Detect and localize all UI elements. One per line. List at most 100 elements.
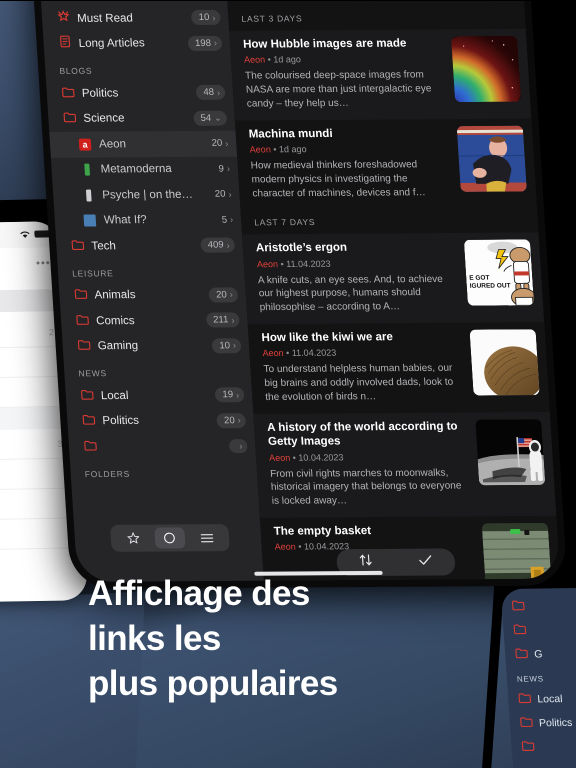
sidebar-item-science[interactable]: Science 54 ⌄: [48, 105, 236, 132]
folder-icon: [70, 237, 84, 255]
sidebar-item-metamoderna[interactable]: Metamoderna 9 ›: [51, 156, 239, 183]
sidebar-item-icon: [81, 189, 96, 202]
sidebar-item-count: 48 ›: [195, 85, 226, 101]
right-phone-item[interactable]: [511, 734, 576, 760]
sidebar-item-label: Psyche | on the…: [101, 188, 194, 202]
sort-arrows-icon[interactable]: [359, 553, 374, 572]
folder-icon: [80, 387, 94, 405]
white-phone-search-field[interactable]: [0, 289, 58, 314]
chevron-icon: ›: [231, 315, 235, 326]
article-list[interactable]: Animal, vegetable, mineralAeon • 5h agoC…: [222, 0, 561, 581]
article-list-item[interactable]: How Hubble images are made Aeon • 1d ago T…: [229, 28, 532, 121]
app-screen: SMART VIEWSAll Articles995›Hot Links23›M…: [35, 0, 561, 583]
sidebar-item-psyche-on-the[interactable]: Psyche | on the… 20 ›: [52, 182, 240, 209]
folder-icon: [81, 412, 95, 430]
article-text: Machina mundi Aeon • 1d ago How medieval t…: [248, 126, 452, 201]
white-phone-more-icon[interactable]: •••: [36, 257, 52, 269]
white-phone-row-count: 2: [48, 326, 55, 337]
sidebar-item-icon: [83, 438, 98, 456]
caption-line-3: plus populaires: [88, 663, 338, 703]
sidebar-item-icon: [57, 35, 72, 53]
circle-icon[interactable]: [154, 527, 186, 549]
right-phone-item[interactable]: Politics: [509, 710, 576, 736]
sidebar-item-icon: [75, 312, 90, 330]
chevron-icon: ›: [229, 289, 234, 300]
sidebar-item-what-if[interactable]: What If? 5 ›: [54, 207, 242, 234]
article-list-item[interactable]: A history of the world according to Gett…: [253, 411, 557, 518]
sidebar-item-must-read[interactable]: Must Read 10 ›: [41, 5, 229, 32]
sidebar-item-icon: [82, 214, 97, 227]
article-timestamp: 11.04.2023: [291, 348, 337, 359]
sidebar-section-header: NEWS: [78, 368, 108, 379]
article-list-item[interactable]: Machina mundi Aeon • 1d ago How medieval t…: [235, 118, 537, 210]
sidebar-item-count: 10 ›: [191, 10, 221, 26]
sidebar-section-header: LEISURE: [71, 267, 114, 279]
article-text: Aristotle’s ergon Aeon • 11.04.2023 A knif…: [256, 240, 460, 315]
hamburger-list-icon[interactable]: [191, 527, 222, 548]
chevron-icon: ›: [229, 214, 234, 225]
sidebar-item-label: Aeon: [98, 138, 127, 151]
sidebar-item-aeon[interactable]: a Aeon 20 ›: [49, 130, 238, 158]
sidebar-item-label: Metamoderna: [100, 163, 173, 176]
folder-icon: [73, 287, 87, 305]
article-meta: Aeon • 11.04.2023: [257, 258, 457, 268]
sidebar-bottom-toolbar[interactable]: [110, 524, 230, 552]
sidebar-item-gaming[interactable]: Gaming 10 ›: [62, 333, 250, 360]
sidebar-item-comics[interactable]: Comics 211 ›: [60, 307, 248, 334]
chevron-icon: ›: [235, 389, 240, 400]
article-list-item[interactable]: How like the kiwi we are Aeon • 11.04.202…: [248, 322, 550, 414]
sidebar-item-label: Tech: [91, 240, 117, 253]
chevron-icon: ›: [213, 38, 218, 49]
sidebar-item-count-value: 211: [212, 314, 229, 326]
sidebar-item-animals[interactable]: Animals 20 ›: [59, 282, 247, 309]
sidebar-item-count: 20 ›: [215, 189, 232, 200]
sidebar-item-label: Animals: [94, 289, 136, 302]
document-icon: [59, 35, 71, 53]
article-list-item[interactable]: Aristotle’s ergon Aeon • 11.04.2023 A knif…: [242, 232, 545, 325]
sidebar-item-label: What If?: [103, 214, 148, 227]
sidebar-item-count: 5 ›: [221, 214, 233, 225]
sidebar-item-untitled[interactable]: ›: [68, 433, 256, 460]
sidebar-item-politics[interactable]: Politics 48 ›: [46, 80, 234, 107]
folder-icon: [83, 438, 97, 456]
article-timestamp: 1d ago: [272, 54, 302, 65]
article-snippet: From civil rights marches to moonwalks, …: [269, 467, 462, 507]
sidebar-item-count-value: 20: [215, 289, 228, 301]
folder-icon: [61, 85, 75, 103]
main-phone-device: SMART VIEWSAll Articles995›Hot Links23›M…: [28, 0, 568, 590]
sidebar-item-count: 409 ›: [200, 237, 236, 253]
sidebar-item-count: 9 ›: [218, 163, 230, 174]
sidebar-item-politics[interactable]: Politics 20 ›: [67, 408, 255, 435]
article-source: Aeon: [274, 541, 297, 553]
article-text: How like the kiwi we are Aeon • 11.04.202…: [261, 330, 465, 405]
sidebar-item-count-value: 409: [207, 239, 225, 251]
folder-icon: [77, 338, 91, 356]
checkmark-icon[interactable]: [417, 553, 433, 571]
article-meta: Aeon • 10.04.2023: [269, 451, 469, 462]
sidebar-item-count-value: 10: [198, 12, 210, 24]
star-icon[interactable]: [118, 528, 149, 549]
article-meta: Aeon • 1d ago: [244, 53, 444, 64]
sidebar-item-icon: a: [78, 138, 93, 151]
sidebar-item-count: 20 ›: [208, 287, 239, 303]
chevron-icon: ›: [228, 189, 232, 200]
sidebar-item-tech[interactable]: Tech 409 ›: [56, 232, 244, 259]
article-date-header: LAST 7 DAYS: [240, 207, 539, 235]
sidebar-item-count: 19 ›: [215, 387, 245, 403]
article-thumbnail: [450, 35, 522, 102]
article-title: Aristotle’s ergon: [255, 241, 348, 255]
right-phone-item-label: Politics: [538, 716, 573, 730]
article-title: The empty basket: [273, 525, 372, 538]
sidebar-item-icon: [70, 237, 85, 255]
sidebar-item-label: Must Read: [76, 12, 134, 25]
sidebar-item-label: [104, 446, 229, 447]
top-mask: [0, 0, 576, 1]
article-meta: Aeon • 11.04.2023: [262, 347, 462, 358]
chevron-icon: ›: [216, 87, 221, 98]
sidebar-item-long-articles[interactable]: Long Articles 198 ›: [43, 30, 231, 57]
blue-favicon: [83, 214, 97, 227]
right-phone-item-label: Local: [536, 693, 563, 706]
sidebar-item-local[interactable]: Local 19 ›: [65, 382, 253, 409]
sidebar-item-count-value: 54: [200, 112, 212, 124]
caption-line-2: links les: [88, 618, 221, 658]
